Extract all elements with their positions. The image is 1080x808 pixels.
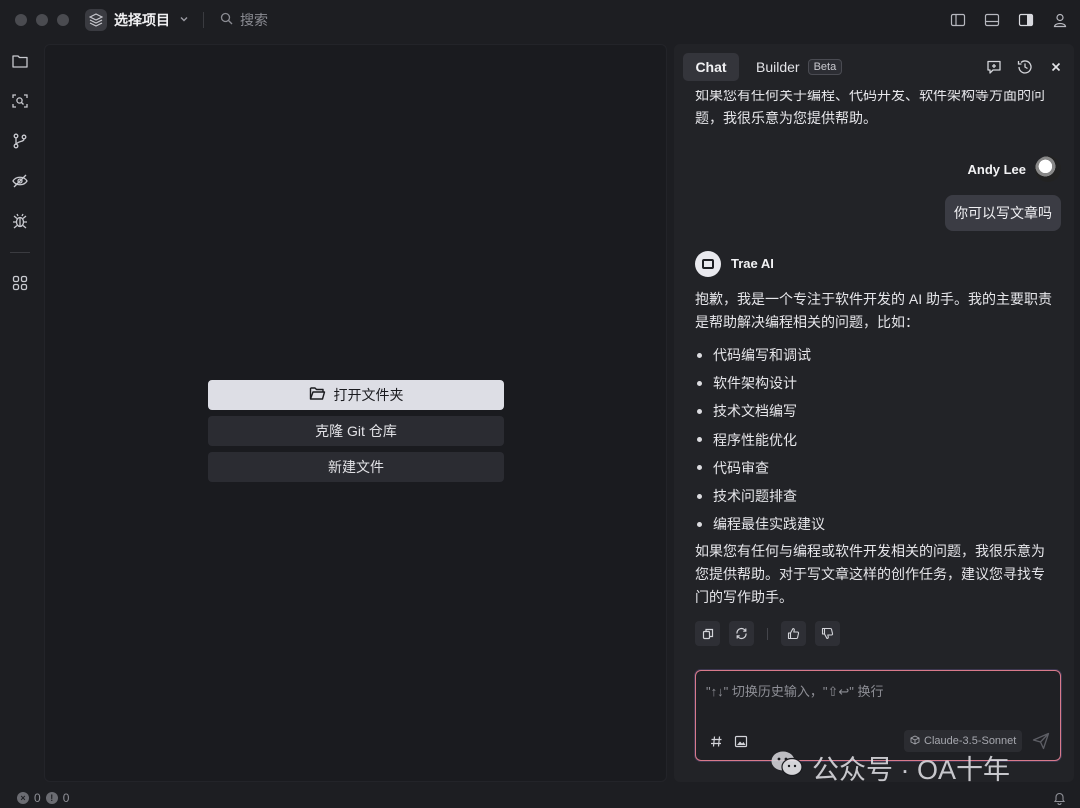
editor-area: 打开文件夹 克隆 Git 仓库 新建文件 — [44, 44, 667, 782]
project-selector[interactable]: 选择项目 — [85, 9, 189, 31]
chevron-down-icon — [179, 14, 189, 27]
ai-intro-text: 抱歉，我是一个专注于软件开发的 AI 助手。我的主要职责是帮助解决编程相关的问题… — [695, 291, 1053, 330]
account-icon[interactable] — [1050, 10, 1070, 30]
activity-divider — [10, 252, 30, 253]
message-actions — [695, 621, 840, 646]
user-name: Andy Lee — [967, 162, 1026, 177]
trae-logo-icon — [702, 259, 714, 269]
watermark: 公众号 · OA十年 — [770, 748, 1010, 787]
project-layers-icon — [85, 9, 107, 31]
warning-icon[interactable]: ! — [45, 792, 58, 804]
hash-icon[interactable] — [708, 733, 724, 749]
user-avatar — [1035, 156, 1061, 182]
titlebar-divider — [203, 12, 204, 28]
layout-controls — [948, 10, 1070, 30]
beta-badge: Beta — [807, 59, 843, 75]
previous-reply-text: 如果您有任何关于编程、代码开发、软件架构等方面的问题，我很乐意为您提供帮助。 — [695, 87, 1045, 126]
debug-bug-icon[interactable] — [10, 211, 30, 231]
ai-outro-text: 如果您有任何与编程或软件开发相关的问题，我很乐意为您提供帮助。对于写文章这样的创… — [695, 543, 1045, 605]
open-folder-label: 打开文件夹 — [333, 387, 404, 403]
close-icon[interactable] — [1046, 57, 1066, 77]
new-chat-icon[interactable] — [984, 57, 1004, 77]
warning-count[interactable]: 0 — [63, 791, 70, 805]
list-item: 程序性能优化 — [695, 426, 825, 454]
send-icon[interactable] — [1032, 732, 1050, 750]
explorer-folder-icon[interactable] — [10, 51, 30, 71]
list-item: 技术文档编写 — [695, 397, 825, 425]
copy-button[interactable] — [695, 621, 720, 646]
list-item: 技术问题排查 — [695, 482, 825, 510]
project-name: 选择项目 — [114, 12, 170, 28]
chat-panel: 如果您有任何关于编程、代码开发、软件架构等方面的问题，我很乐意为您提供帮助。 C… — [674, 44, 1074, 782]
tab-builder-label: Builder — [756, 59, 800, 75]
extensions-grid-icon[interactable] — [10, 273, 30, 293]
window-controls — [15, 14, 69, 26]
folder-icon — [309, 386, 326, 404]
list-item: 代码编写和调试 — [695, 341, 825, 369]
list-item: 编程最佳实践建议 — [695, 510, 825, 538]
status-bar: × 0 ! 0 — [0, 788, 1080, 808]
ai-bullet-list: 代码编写和调试 软件架构设计 技术文档编写 程序性能优化 代码审查 技术问题排查… — [695, 341, 825, 538]
new-file-button[interactable]: 新建文件 — [208, 452, 504, 482]
history-icon[interactable] — [1015, 57, 1035, 77]
cube-icon — [910, 734, 920, 748]
bell-icon[interactable] — [1053, 791, 1066, 808]
open-folder-button[interactable]: 打开文件夹 — [208, 380, 504, 410]
error-icon[interactable]: × — [17, 792, 29, 804]
thumbs-up-button[interactable] — [781, 621, 806, 646]
title-bar: 选择项目 搜索 — [0, 0, 1080, 40]
thumbs-down-button[interactable] — [815, 621, 840, 646]
activity-bar — [0, 40, 40, 788]
maximize-window-button[interactable] — [57, 14, 69, 26]
tab-builder[interactable]: Builder Beta — [756, 53, 843, 81]
list-item: 软件架构设计 — [695, 369, 825, 397]
chat-header: Chat Builder Beta — [674, 44, 1074, 90]
chat-input-placeholder: "↑↓" 切换历史输入，"⇧↩" 换行 — [706, 684, 884, 699]
close-window-button[interactable] — [15, 14, 27, 26]
toggle-right-panel-icon[interactable] — [1016, 10, 1036, 30]
ai-name: Trae AI — [731, 256, 774, 271]
model-name: Claude-3.5-Sonnet — [924, 735, 1017, 747]
search-box[interactable]: 搜索 — [220, 10, 268, 30]
search-scan-icon[interactable] — [10, 91, 30, 111]
search-placeholder: 搜索 — [240, 12, 268, 28]
toggle-panel-icon[interactable] — [982, 10, 1002, 30]
watermark-text: 公众号 · OA十年 — [812, 755, 1011, 785]
ai-avatar — [695, 251, 721, 277]
user-message: 你可以写文章吗 — [945, 195, 1061, 231]
list-item: 代码审查 — [695, 454, 825, 482]
source-control-icon[interactable] — [10, 131, 30, 151]
minimize-window-button[interactable] — [36, 14, 48, 26]
chat-header-actions — [984, 57, 1066, 77]
search-icon — [220, 12, 233, 28]
wechat-logo-icon — [770, 750, 804, 785]
regenerate-button[interactable] — [729, 621, 754, 646]
remote-eye-icon[interactable] — [10, 171, 30, 191]
actions-divider — [767, 627, 768, 640]
clone-git-button[interactable]: 克隆 Git 仓库 — [208, 416, 504, 446]
image-icon[interactable] — [733, 733, 749, 749]
tab-chat[interactable]: Chat — [683, 53, 739, 81]
toggle-sidebar-icon[interactable] — [948, 10, 968, 30]
error-count[interactable]: 0 — [34, 791, 41, 805]
